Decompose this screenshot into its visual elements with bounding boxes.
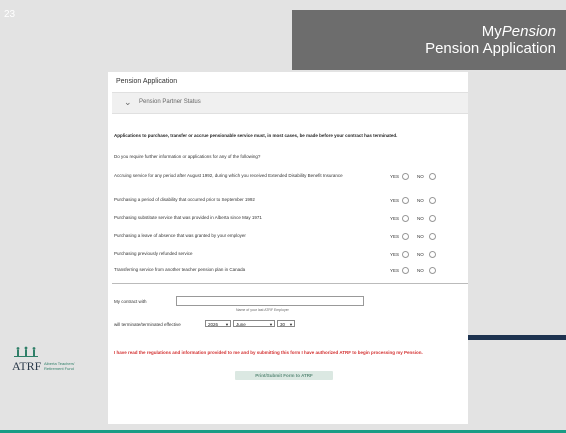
atrf-logo: ATRF Alberta Teachers' Retirement Fund [8,346,100,374]
yes-label: YES [390,216,400,221]
no-radio[interactable] [429,173,436,180]
intro-text: Applications to purchase, transfer or ac… [114,133,398,138]
yes-label: YES [390,174,400,179]
pension-partner-accordion[interactable]: ⌄ Pension Partner Status [112,92,468,114]
yes-label: YES [390,268,400,273]
header-title-prefix: My [481,23,502,40]
no-radio[interactable] [429,233,436,240]
no-label: NO [417,252,424,257]
contract-label: My contract with [114,299,147,304]
option-row: Transferring service from another teache… [114,267,462,279]
chevron-down-icon: ▼ [225,322,229,327]
option-row: Purchasing a period of disability that o… [114,197,462,209]
header-title-italic: Pension [501,23,556,40]
option-row: Purchasing substitute service that was p… [114,215,462,227]
option-row: Accruing service for any period after Au… [114,173,462,185]
no-label: NO [417,268,424,273]
header-title: MyPension [292,24,556,40]
yes-radio[interactable] [402,233,409,240]
logo-line2: Retirement Fund [44,366,74,371]
option-label: Purchasing substitute service that was p… [114,215,262,220]
chevron-down-icon: ⌄ [124,97,132,107]
yes-label: YES [390,252,400,257]
no-label: NO [417,174,424,179]
no-label: NO [417,234,424,239]
terminate-label: will terminate/terminated effective [114,322,181,327]
yes-radio[interactable] [402,173,409,180]
title-banner: MyPension Pension Application [292,10,566,70]
employer-hint: Name of your last ATRF Employer [236,308,289,312]
day-select[interactable]: 30 ▼ [277,320,295,327]
no-label: NO [417,198,424,203]
form-title: Pension Application [116,78,178,85]
month-value: June [236,322,246,327]
logo-name: ATRF [12,359,42,373]
header-subtitle: Pension Application [425,40,556,57]
no-radio[interactable] [429,215,436,222]
option-row: Purchasing previously refunded service Y… [114,251,462,263]
no-radio[interactable] [429,251,436,258]
option-row: Purchasing a leave of absence that was g… [114,233,462,245]
yes-radio[interactable] [402,197,409,204]
option-label: Purchasing a leave of absence that was g… [114,233,246,238]
day-value: 30 [280,322,286,327]
option-label: Purchasing a period of disability that o… [114,197,255,202]
section-divider [112,283,468,284]
yes-radio[interactable] [402,251,409,258]
logo-subtitle: Alberta Teachers' Retirement Fund [44,361,75,371]
pension-form: Pension Application ⌄ Pension Partner St… [108,72,468,424]
year-value: 2026 [208,322,219,327]
no-label: NO [417,216,424,221]
yes-label: YES [390,198,400,203]
logo-figures-icon [14,346,38,357]
yes-radio[interactable] [402,215,409,222]
submit-button[interactable]: Print/Submit Form to ATRF [235,371,333,380]
option-label: Transferring service from another teache… [114,267,246,272]
employer-name-input[interactable] [176,296,364,306]
question-text: Do you require further information or ap… [114,154,261,159]
disclaimer-text: I have read the regulations and informat… [114,350,423,355]
accordion-label: Pension Partner Status [139,99,201,105]
yes-label: YES [390,234,400,239]
accent-bar [468,335,566,340]
no-radio[interactable] [429,197,436,204]
yes-radio[interactable] [402,267,409,274]
year-select[interactable]: 2026 ▼ [205,320,231,327]
slide-number: 23 [4,9,16,20]
no-radio[interactable] [429,267,436,274]
option-label: Accruing service for any period after Au… [114,173,343,178]
chevron-down-icon: ▼ [269,322,273,327]
month-select[interactable]: June ▼ [233,320,275,327]
option-label: Purchasing previously refunded service [114,251,193,256]
chevron-down-icon: ▼ [289,322,293,327]
